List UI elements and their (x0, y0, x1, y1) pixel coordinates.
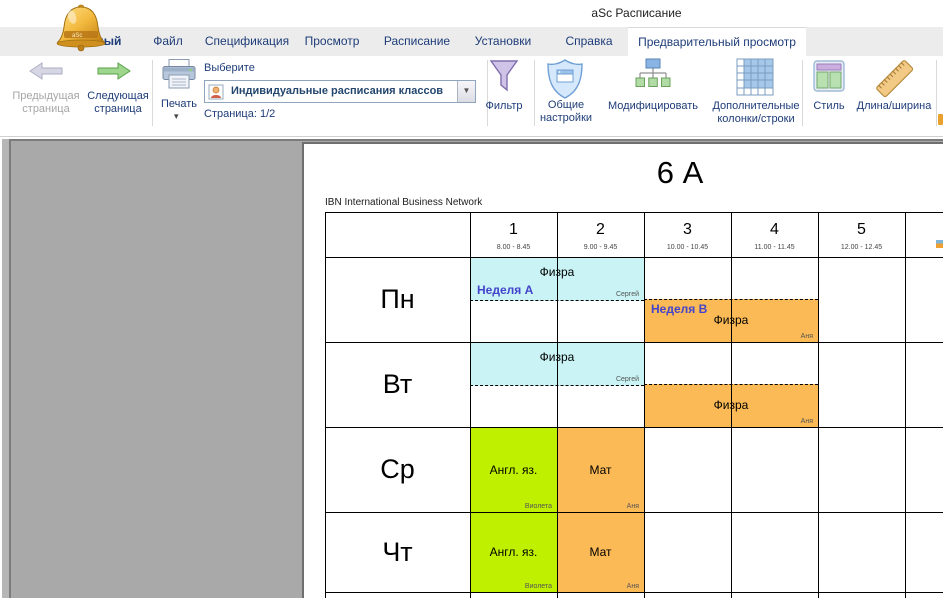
grid-line (325, 592, 943, 593)
ruler-icon (872, 56, 918, 102)
period-number: 3 (644, 221, 731, 239)
title-bar: aSc Расписание (0, 0, 943, 27)
week-a-label: Неделя A (477, 283, 533, 297)
lesson-thu-math: Мат Аня (557, 512, 644, 592)
lesson-subject: Англ. яз. (470, 545, 557, 559)
lesson-teacher: Аня (801, 418, 813, 425)
table-grid-icon (736, 58, 774, 96)
period-number: 2 (557, 221, 644, 239)
select-report-label: Выберите (204, 62, 284, 75)
lesson-teacher: Аня (801, 333, 813, 340)
day-label-tue: Вт (325, 342, 470, 427)
period-time: 8.00 - 8.45 (470, 244, 557, 251)
day-label-mon: Пн (325, 257, 470, 342)
period-time: 12.00 - 12.45 (818, 244, 905, 251)
lesson-teacher: Сергей (616, 291, 639, 298)
period-time: 9.00 - 9.45 (557, 244, 644, 251)
period-number: 1 (470, 221, 557, 239)
app-window: aSc Расписание aSc Главный Файл Специфик… (0, 0, 943, 598)
period-number: 5 (818, 221, 905, 239)
period-time: 10.00 - 10.45 (644, 244, 731, 251)
lesson-subject: Мат (557, 545, 644, 559)
lesson-wed-math: Мат Аня (557, 427, 644, 512)
extra-columns-rows-button[interactable]: Дополнительные колонки/строки (700, 100, 812, 126)
preview-edge-stripe (2, 139, 9, 598)
grid-line (470, 212, 471, 598)
dropdown-arrow-button[interactable]: ▼ (457, 81, 475, 102)
arrow-right-icon (96, 62, 132, 80)
lesson-thu-english: Англ. яз. Виолета (470, 512, 557, 592)
print-button[interactable]: Печать (152, 98, 206, 111)
report-type-value: Индивидуальные расписания классов (231, 85, 443, 97)
length-width-button[interactable]: Длина/ширина (846, 100, 942, 113)
lesson-teacher: Виолета (525, 583, 552, 590)
tab-file[interactable]: Файл (140, 27, 196, 56)
grid-line (905, 212, 906, 598)
org-chart-icon (634, 58, 672, 96)
page-indicator: Страница: 1/2 (204, 108, 294, 121)
modify-button[interactable]: Модифицировать (598, 100, 708, 113)
clipped-ribbon-item (938, 114, 943, 125)
lesson-subject: Англ. яз. (470, 463, 557, 477)
printer-icon (160, 58, 198, 94)
shield-window-icon (545, 58, 585, 100)
lesson-teacher: Виолета (525, 503, 552, 510)
grid-line (731, 212, 732, 598)
layout-style-icon (812, 58, 846, 96)
tab-timetable[interactable]: Расписание (376, 27, 458, 56)
tab-view[interactable]: Просмотр (294, 27, 370, 56)
day-label-wed: Ср (325, 427, 470, 512)
period-number: 4 (731, 221, 818, 239)
tab-help[interactable]: Справка (550, 27, 628, 56)
svg-text:aSc: aSc (72, 33, 82, 39)
lesson-wed-english: Англ. яз. Виолета (470, 427, 557, 512)
arrow-left-icon (28, 62, 64, 80)
ribbon-separator (152, 60, 153, 126)
class-title: 6 А (560, 155, 800, 191)
lesson-teacher: Аня (627, 503, 639, 510)
lesson-subject: Мат (557, 463, 644, 477)
school-name-note: IBN International Business Network (325, 197, 482, 208)
funnel-icon (489, 59, 519, 96)
prev-page-button[interactable]: Предыдущая страница (0, 90, 92, 116)
print-dropdown-caret-icon[interactable]: ▾ (174, 111, 179, 122)
lesson-teacher: Аня (627, 583, 639, 590)
lesson-teacher: Сергей (616, 376, 639, 383)
tab-specification[interactable]: Спецификация (204, 27, 290, 56)
asc-bell-logo-icon: aSc (50, 2, 112, 52)
ribbon-separator (487, 60, 488, 126)
ribbon-tab-strip: Главный Файл Спецификация Просмотр Распи… (0, 27, 943, 56)
grid-line (325, 212, 943, 213)
filter-button[interactable]: Фильтр (478, 100, 530, 113)
tab-print-preview[interactable]: Предварительный просмотр (628, 27, 806, 56)
ribbon-separator (802, 60, 803, 126)
next-page-button[interactable]: Следующая страница (80, 90, 156, 116)
grid-line (644, 212, 645, 598)
tab-settings[interactable]: Установки (464, 27, 542, 56)
grid-line (557, 212, 558, 598)
ribbon-separator (936, 60, 937, 126)
general-settings-button[interactable]: Общие настройки (530, 99, 602, 125)
timetable-grid: Физра Неделя A Сергей Неделя B Физра Аня… (325, 212, 943, 598)
day-label-thu: Чт (325, 512, 470, 592)
window-title: aSc Расписание (330, 6, 943, 20)
report-type-dropdown[interactable]: Индивидуальные расписания классов ▼ (204, 80, 476, 103)
person-report-icon (208, 84, 224, 100)
grid-line (818, 212, 819, 598)
period-time: 11.00 - 11.45 (731, 244, 818, 251)
ribbon-toolbar: Предыдущая страница Следующая страница П… (0, 56, 943, 137)
